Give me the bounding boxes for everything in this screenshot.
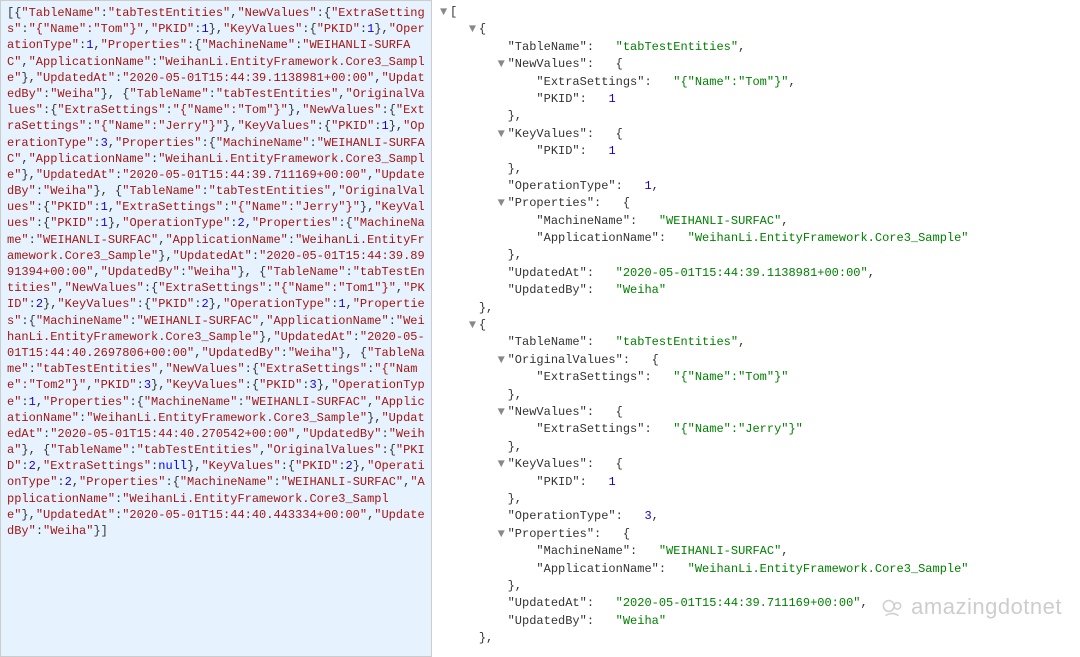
tree-row[interactable]: }, [440,491,1072,508]
tree-toggle-icon[interactable]: ▼ [469,317,479,334]
tree-row[interactable]: ▼"KeyValues": { [440,126,1072,143]
raw-json-textarea[interactable]: [{"TableName":"tabTestEntities","NewValu… [0,0,432,657]
tree-row[interactable]: "ApplicationName": "WeihanLi.EntityFrame… [440,230,1072,247]
tree-toggle-icon[interactable]: ▼ [498,352,508,369]
tree-row[interactable]: }, [440,630,1072,647]
tree-row[interactable]: "UpdatedAt": "2020-05-01T15:44:39.711169… [440,595,1072,612]
tree-row[interactable]: "MachineName": "WEIHANLI-SURFAC", [440,543,1072,560]
tree-row[interactable]: "UpdatedAt": "2020-05-01T15:44:39.113898… [440,265,1072,282]
tree-row[interactable]: ▼"KeyValues": { [440,456,1072,473]
tree-toggle-icon[interactable]: ▼ [498,526,508,543]
tree-toggle-icon[interactable]: ▼ [498,126,508,143]
tree-row[interactable]: ▼"NewValues": { [440,56,1072,73]
tree-row[interactable]: }, [440,247,1072,264]
tree-row[interactable]: ▼"Properties": { [440,526,1072,543]
tree-toggle-icon[interactable]: ▼ [469,21,479,38]
tree-row[interactable]: ▼"NewValues": { [440,404,1072,421]
tree-row[interactable]: "UpdatedBy": "Weiha" [440,282,1072,299]
tree-row[interactable]: "ExtraSettings": "{"Name":"Tom"}", [440,74,1072,91]
tree-row[interactable]: }, [440,578,1072,595]
tree-row[interactable]: "OperationType": 1, [440,178,1072,195]
tree-toggle-icon[interactable]: ▼ [440,4,450,21]
tree-row[interactable]: "UpdatedBy": "Weiha" [440,613,1072,630]
tree-row[interactable]: "TableName": "tabTestEntities", [440,39,1072,56]
tree-row[interactable]: "MachineName": "WEIHANLI-SURFAC", [440,213,1072,230]
tree-row[interactable]: }, [440,387,1072,404]
tree-row[interactable]: }, [440,439,1072,456]
tree-toggle-icon[interactable]: ▼ [498,404,508,421]
tree-row[interactable]: }, [440,108,1072,125]
tree-row[interactable]: "OperationType": 3, [440,508,1072,525]
tree-toggle-icon[interactable]: ▼ [498,456,508,473]
tree-row[interactable]: "ExtraSettings": "{"Name":"Jerry"}" [440,421,1072,438]
tree-row[interactable]: "TableName": "tabTestEntities", [440,334,1072,351]
tree-row[interactable]: ▼{ [440,21,1072,38]
tree-row[interactable]: ▼"OriginalValues": { [440,352,1072,369]
tree-row[interactable]: ▼"Properties": { [440,195,1072,212]
tree-toggle-icon[interactable]: ▼ [498,195,508,212]
tree-row[interactable]: "ApplicationName": "WeihanLi.EntityFrame… [440,561,1072,578]
tree-row[interactable]: ▼[ [440,4,1072,21]
tree-row[interactable]: }, [440,300,1072,317]
tree-row[interactable]: }, [440,161,1072,178]
tree-toggle-icon[interactable]: ▼ [498,56,508,73]
tree-row[interactable]: ▼{ [440,317,1072,334]
tree-row[interactable]: "PKID": 1 [440,143,1072,160]
json-tree-viewer[interactable]: ▼[ ▼{ "TableName": "tabTestEntities", ▼"… [432,0,1080,657]
tree-row[interactable]: "ExtraSettings": "{"Name":"Tom"}" [440,369,1072,386]
tree-row[interactable]: "PKID": 1 [440,474,1072,491]
tree-row[interactable]: "PKID": 1 [440,91,1072,108]
